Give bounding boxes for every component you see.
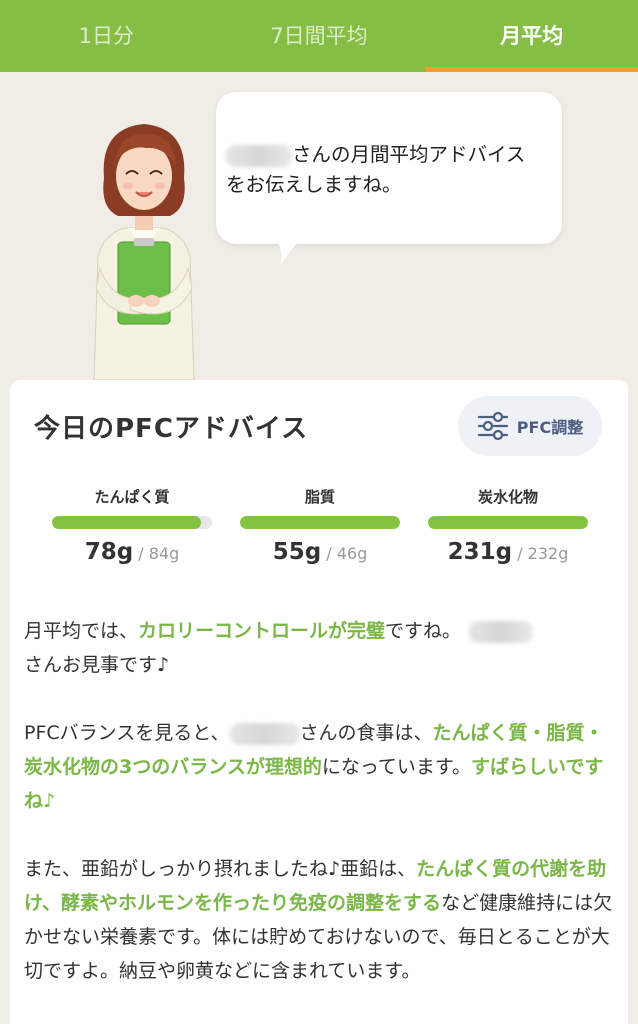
nutrient-label: 炭水化物: [477, 488, 538, 506]
pfc-adjust-label: PFC調整: [516, 418, 584, 437]
nutrient-value: 231g: [447, 539, 513, 565]
advice-paragraph-1: 月平均では、カロリーコントロールが完璧ですね。 さんお見事です♪: [24, 614, 620, 682]
bubble-message-line2: をお伝えしますね。: [226, 173, 402, 196]
nutrient-progress-fill: [240, 516, 400, 529]
nutrient-carbohydrate: 炭水化物 231g / 232g: [428, 486, 588, 565]
bubble-message: さんの月間平均アドバイス をお伝えしますね。: [226, 140, 556, 200]
tab-bar: 1日分 7日間平均 月平均: [0, 0, 638, 72]
nutrient-target: 232g: [527, 544, 569, 563]
speech-bubble-tail: [276, 238, 302, 266]
tab-monthly-average[interactable]: 月平均: [425, 0, 638, 72]
advice-text: 月平均では、カロリーコントロールが完璧ですね。 さんお見事です♪ PFCバランスを…: [24, 614, 620, 1022]
nutrient-label: たんぱく質: [94, 488, 170, 506]
nutrient-progress-fill: [428, 516, 588, 529]
tab-weekly-average[interactable]: 7日間平均: [213, 0, 426, 72]
nutrient-progress-bar: [240, 516, 400, 529]
card-title: 今日のPFCアドバイス: [34, 414, 309, 444]
blurred-username: [469, 620, 534, 643]
pfc-advice-card: 今日のPFCアドバイス PFC調整 たんぱく質 78g / 84g 脂質 55g…: [10, 380, 628, 1024]
nutrient-value: 78g: [84, 539, 134, 565]
bubble-message-line1: さんの月間平均アドバイス: [292, 143, 526, 166]
nutrient-progress-bar: [428, 516, 588, 529]
nutrient-progress-bar: [52, 516, 212, 529]
advisor-character-illustration: [93, 124, 195, 380]
blurred-username: [229, 722, 300, 745]
sliders-icon: [477, 411, 508, 441]
advice-paragraph-3: また、亜鉛がしっかり摂れましたね♪亜鉛は、たんぱく質の代謝を助け、酵素やホルモン…: [24, 858, 613, 982]
nutrient-target: 46g: [336, 544, 368, 563]
blurred-username: [226, 144, 292, 167]
advice-paragraph-2: PFCバランスを見ると、 さんの食事は、たんぱく質・脂質・炭水化物の3つのバランス…: [24, 722, 604, 812]
nutrient-target: 84g: [148, 544, 180, 563]
pfc-adjust-button[interactable]: PFC調整: [458, 396, 602, 456]
nutrient-fat: 脂質 55g / 46g: [240, 486, 400, 565]
nutrient-value: 55g: [272, 539, 322, 565]
nutrient-protein: たんぱく質 78g / 84g: [52, 486, 212, 565]
nutrient-progress-fill: [52, 516, 201, 529]
tab-daily[interactable]: 1日分: [0, 0, 213, 72]
advice-speech-bubble: さんの月間平均アドバイス をお伝えしますね。: [216, 92, 562, 244]
nutrient-summary: たんぱく質 78g / 84g 脂質 55g / 46g 炭水化物 231g /…: [52, 486, 588, 565]
nutrient-label: 脂質: [304, 488, 335, 506]
